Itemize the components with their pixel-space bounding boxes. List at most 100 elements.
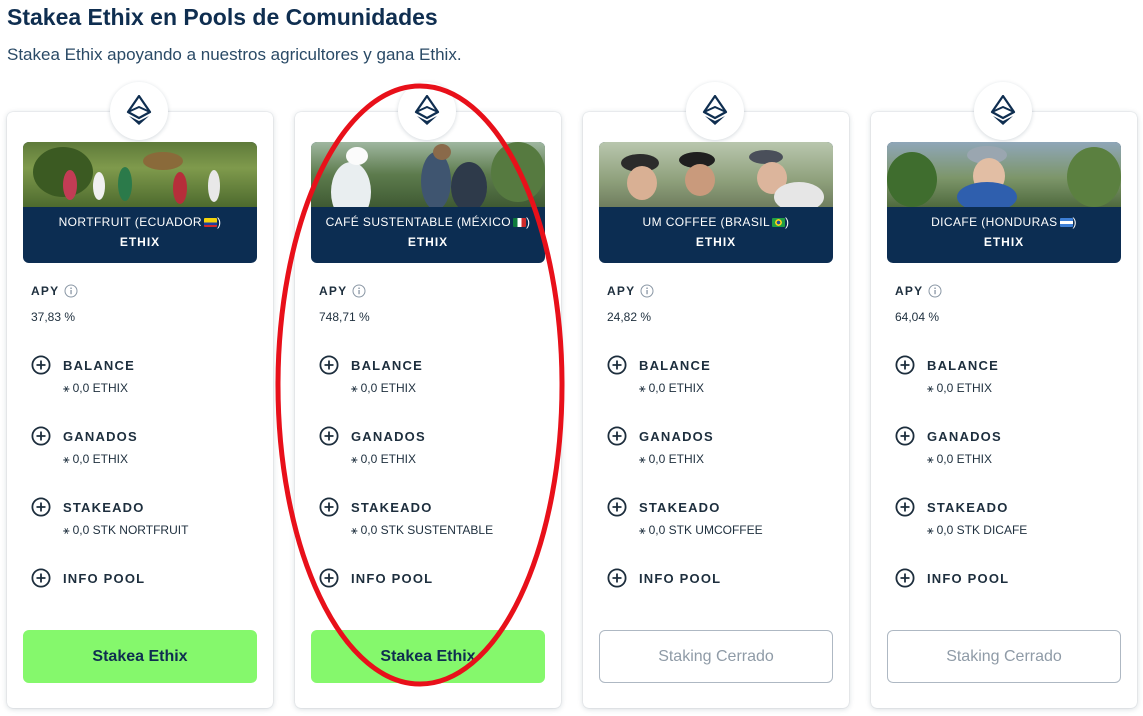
plus-circle-icon[interactable] [31,355,51,375]
ethix-symbol-icon: ⚹ [63,383,70,395]
photo-detail [421,152,451,207]
stakeado-value: ⚹ 0,0 STK NORTFRUIT [63,523,189,537]
ethix-symbol-icon: ⚹ [63,525,70,537]
plus-circle-icon[interactable] [895,355,915,375]
info-circle-icon[interactable] [64,284,78,298]
apy-value: 24,82 % [607,310,652,324]
community-photo [23,142,257,207]
plus-circle-icon[interactable] [319,497,339,517]
plus-circle-icon[interactable] [319,426,339,446]
staking-closed-button[interactable]: Staking Cerrado [599,630,833,683]
plus-circle-icon[interactable] [319,355,339,375]
photo-detail [93,172,105,200]
honduras-flag-icon [1059,218,1073,227]
pool-header: NORTFRUIT (ECUADOR) ETHIX [23,142,257,263]
balance-toggle[interactable]: BALANCE [895,355,999,375]
stakeado-toggle[interactable]: STAKEADO [31,497,145,517]
ganados-toggle[interactable]: GANADOS [607,426,714,446]
apy-label: APY [319,284,366,298]
info-pool-toggle[interactable]: INFO POOL [895,568,1009,588]
plus-circle-icon[interactable] [895,497,915,517]
apy-value: 37,83 % [31,310,76,324]
ethix-symbol-icon: ⚹ [639,454,646,466]
balance-toggle[interactable]: BALANCE [31,355,135,375]
brasil-flag-icon [772,218,786,227]
info-circle-icon[interactable] [640,284,654,298]
ethix-symbol-icon: ⚹ [927,525,934,537]
info-pool-toggle[interactable]: INFO POOL [319,568,433,588]
community-photo [599,142,833,207]
plus-circle-icon[interactable] [607,426,627,446]
stakeado-value: ⚹ 0,0 STK UMCOFFEE [639,523,763,537]
info-pool-toggle[interactable]: INFO POOL [31,568,145,588]
community-photo [311,142,545,207]
stakeado-toggle[interactable]: STAKEADO [895,497,1009,517]
stake-ethix-button[interactable]: Stakea Ethix [23,630,257,683]
pool-card-4: DICAFE (HONDURAS) ETHIX APY 64,04 % BALA… [871,82,1137,708]
ganados-toggle[interactable]: GANADOS [895,426,1002,446]
ethix-symbol-icon: ⚹ [927,454,934,466]
stakeado-toggle[interactable]: STAKEADO [319,497,433,517]
pool-name: CAFÉ SUSTENTABLE (MÉXICO) [325,215,531,229]
apy-label: APY [607,284,654,298]
info-circle-icon[interactable] [352,284,366,298]
ganados-toggle[interactable]: GANADOS [319,426,426,446]
photo-detail [774,182,824,207]
pool-header: CAFÉ SUSTENTABLE (MÉXICO) ETHIX [311,142,545,263]
photo-detail [491,142,545,202]
photo-detail [685,164,715,196]
plus-circle-icon[interactable] [319,568,339,588]
pool-name: NORTFRUIT (ECUADOR) [58,215,222,229]
balance-toggle[interactable]: BALANCE [319,355,423,375]
balance-value: ⚹ 0,0 ETHIX [639,381,704,395]
ethix-symbol-icon: ⚹ [351,383,358,395]
plus-circle-icon[interactable] [31,568,51,588]
pool-name: DICAFE (HONDURAS) [931,215,1077,229]
ganados-value: ⚹ 0,0 ETHIX [639,452,704,466]
ethix-logo-icon [974,82,1032,140]
apy-value: 64,04 % [895,310,940,324]
ganados-value: ⚹ 0,0 ETHIX [63,452,128,466]
photo-detail [118,167,132,201]
balance-toggle[interactable]: BALANCE [607,355,711,375]
ethix-symbol-icon: ⚹ [927,383,934,395]
photo-detail [63,170,77,200]
apy-label: APY [31,284,78,298]
ganados-toggle[interactable]: GANADOS [31,426,138,446]
apy-value: 748,71 % [319,310,370,324]
plus-circle-icon[interactable] [607,497,627,517]
page-subtitle: Stakea Ethix apoyando a nuestros agricul… [7,45,462,64]
pool-card-2: CAFÉ SUSTENTABLE (MÉXICO) ETHIX APY 748,… [295,82,561,708]
photo-detail [143,152,183,170]
photo-detail [173,172,187,204]
pool-token: ETHIX [407,235,449,249]
pool-token: ETHIX [983,235,1025,249]
plus-circle-icon[interactable] [895,426,915,446]
ganados-value: ⚹ 0,0 ETHIX [351,452,416,466]
photo-detail [1067,147,1121,207]
stakeado-toggle[interactable]: STAKEADO [607,497,721,517]
ethix-logo-icon [686,82,744,140]
ethix-logo-icon [398,82,456,140]
ganados-value: ⚹ 0,0 ETHIX [927,452,992,466]
stake-ethix-button[interactable]: Stakea Ethix [311,630,545,683]
plus-circle-icon[interactable] [607,568,627,588]
stakeado-value: ⚹ 0,0 STK SUSTENTABLE [351,523,494,537]
mexico-flag-icon [513,218,526,227]
staking-closed-button[interactable]: Staking Cerrado [887,630,1121,683]
info-pool-toggle[interactable]: INFO POOL [607,568,721,588]
pool-header: UM COFFEE (BRASIL) ETHIX [599,142,833,263]
ethix-symbol-icon: ⚹ [639,383,646,395]
photo-detail [208,170,220,202]
plus-circle-icon[interactable] [31,497,51,517]
ecuador-flag-icon [204,218,218,227]
balance-value: ⚹ 0,0 ETHIX [927,381,992,395]
balance-value: ⚹ 0,0 ETHIX [351,381,416,395]
info-circle-icon[interactable] [928,284,942,298]
plus-circle-icon[interactable] [895,568,915,588]
plus-circle-icon[interactable] [607,355,627,375]
photo-detail [749,150,783,164]
photo-detail [887,152,937,207]
ethix-symbol-icon: ⚹ [63,454,70,466]
plus-circle-icon[interactable] [31,426,51,446]
